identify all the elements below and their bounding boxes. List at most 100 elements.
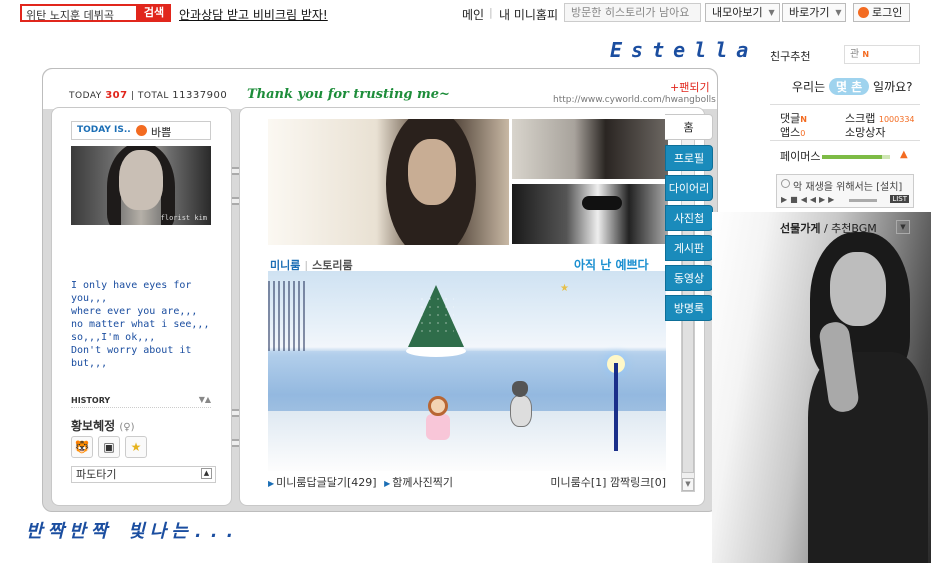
wave-select[interactable]: 파도타기 ▲ [71, 466, 216, 483]
mood-text: 바쁨 [151, 126, 172, 139]
collect-dropdown[interactable]: 내모아보기 ▼ [705, 3, 780, 22]
relation-pre: 우리는 [792, 80, 826, 94]
famous-bar [822, 155, 890, 159]
star-icon: ★ [560, 283, 569, 294]
famous-label: 페이머스 [780, 150, 821, 163]
tab-video[interactable]: 동영상 [665, 265, 713, 291]
lake-shape [268, 351, 666, 411]
profile-icons: 🐯 ▣ ★ [71, 436, 152, 458]
frame-header: TODAY 307 | TOTAL 11337900 Thank you for… [43, 69, 717, 109]
avatar-head [428, 396, 448, 416]
photo-face [119, 150, 163, 210]
famous-bar-fill [822, 155, 882, 159]
main-photo[interactable] [268, 119, 509, 245]
gift-shop-link[interactable]: 선물가게 / 추천BGM [780, 220, 877, 236]
home-panel: 미니룸 | 스토리룸 아직 난 예쁘다 ★ ▶ 미니룸답글달기[429] ▶ 함께사진찍… [239, 107, 705, 506]
shortcut-dropdown[interactable]: 바로가기 ▼ [782, 3, 847, 22]
avatar[interactable] [426, 396, 450, 442]
total-count: 11337900 [172, 90, 228, 101]
shortcut-label: 바로가기 [789, 6, 830, 19]
wishbox-link[interactable]: 소망상자 [845, 124, 885, 140]
tab-profile[interactable]: 프로필 [665, 145, 713, 171]
apps-link[interactable]: 앱스0 [780, 124, 805, 140]
friend-box-text: 관 [850, 49, 860, 60]
plus-icon: + [670, 81, 680, 94]
photo-face [408, 139, 456, 205]
photo-face [830, 252, 886, 326]
arrow-up-icon: ▲ [900, 149, 908, 160]
relation-badge: 몇 촌 [828, 78, 870, 95]
visitor-counter: TODAY 307 | TOTAL 11337900 [69, 90, 227, 101]
chevron-down-icon: ▼ [768, 8, 775, 17]
relation-question[interactable]: 우리는 몇 촌 일까요? [792, 78, 913, 95]
tab-guestbook[interactable]: 방명록 [665, 295, 713, 321]
collect-label: 내모아보기 [712, 6, 763, 19]
nav-minihompy-link[interactable]: 내 미니홈피 [499, 6, 558, 23]
counter-sep: | [130, 91, 138, 101]
player-message[interactable]: 악 재생을 위해서는 [설치] [793, 178, 902, 193]
recommend-bgm-label: / 추천BGM [820, 222, 877, 235]
profile-photo[interactable]: florist kim [71, 146, 211, 225]
forest-shape [268, 281, 306, 351]
bottom-caption: 반짝반짝 빛나는... [26, 521, 241, 542]
poem-line: so,,,I'm ok,,, [71, 332, 156, 343]
lamp-post-icon [614, 363, 618, 451]
tab-board[interactable]: 게시판 [665, 235, 713, 261]
miniroom-count[interactable]: 미니룸수[1] [550, 476, 606, 489]
tab-diary[interactable]: 다이어리 [665, 175, 713, 201]
friend-recommend-box[interactable]: 관 N [844, 45, 920, 64]
search-input[interactable]: 위탄 노지훈 데뷔곡 [20, 4, 138, 22]
tab-photos[interactable]: 사진첩 [665, 205, 713, 231]
divider [770, 104, 920, 105]
friend-recommend-label[interactable]: 친구추천 [770, 48, 810, 64]
today-count: 307 [105, 90, 128, 101]
login-button[interactable]: 로그인 [853, 3, 910, 22]
miniroom-reply-link[interactable]: 미니룸답글달기[429] [276, 476, 376, 489]
character-icon[interactable]: 🐯 [71, 436, 93, 458]
profile-panel: TODAY IS.. 바쁨 florist kim I only have ey… [51, 107, 232, 506]
scroll-down-icon[interactable]: ▼ [682, 478, 694, 491]
surprise-link[interactable]: 깜짝링크[0] [610, 476, 666, 489]
player-controls[interactable]: ▶■◀◀▶▶ [781, 195, 837, 204]
star-icon[interactable]: ★ [125, 436, 147, 458]
husky-dog-icon[interactable] [506, 381, 534, 429]
tab-home[interactable]: 홈 [665, 114, 713, 140]
fan-label: 팬되기 [679, 81, 710, 94]
chevron-down-icon: ▼ [835, 8, 842, 17]
today-is-label: TODAY IS.. [77, 125, 131, 135]
total-label: TOTAL [137, 91, 169, 101]
nav-main-link[interactable]: 메인 [462, 6, 484, 23]
chevron-down-icon[interactable]: ▼ [896, 220, 910, 234]
bgm-player: 악 재생을 위해서는 [설치] ▶■◀◀▶▶ LIST [776, 174, 914, 208]
search-button[interactable]: 검색 [137, 4, 171, 22]
avatar-body [426, 414, 450, 440]
dog-body [510, 395, 532, 427]
chevron-down-icon: ▼▲ [198, 395, 211, 404]
owner-name-title: Estella [610, 38, 758, 62]
scrap-count: 1000334 [878, 115, 915, 124]
today-label: TODAY [69, 91, 102, 101]
fan-button[interactable]: +팬되기 [670, 79, 710, 95]
mood-icon [136, 125, 147, 136]
owner-sex: (♀) [119, 422, 135, 433]
photo-together-link[interactable]: 함께사진찍기 [392, 476, 453, 489]
side-photo-bottom[interactable] [512, 184, 668, 244]
volume-slider[interactable] [849, 199, 877, 202]
decoration-photo [712, 212, 931, 563]
playlist-button[interactable]: LIST [890, 195, 909, 203]
miniroom-scene[interactable]: ★ [268, 271, 666, 471]
snow-shape [418, 295, 454, 335]
side-photo-top[interactable] [512, 119, 668, 179]
new-badge-icon: N [862, 50, 870, 59]
dog-head [512, 381, 528, 397]
visited-history-box[interactable]: 방문한 히스토리가 남아요 [564, 3, 701, 22]
divider [770, 140, 920, 141]
promo-link[interactable]: 안과상담 받고 비비크림 받자! [179, 6, 328, 23]
history-label: HISTORY [71, 396, 111, 405]
camera-icon[interactable]: ▣ [98, 436, 120, 458]
apps-count: 0 [800, 129, 806, 138]
homepage-url: http://www.cyworld.com/hwangbolls [553, 95, 716, 105]
relation-post: 일까요? [873, 80, 913, 94]
history-toggle[interactable]: HISTORY ▼▲ [71, 395, 211, 408]
top-bar: 위탄 노지훈 데뷔곡 검색 안과상담 받고 비비크림 받자! 메인 | 내 미니… [0, 0, 931, 26]
